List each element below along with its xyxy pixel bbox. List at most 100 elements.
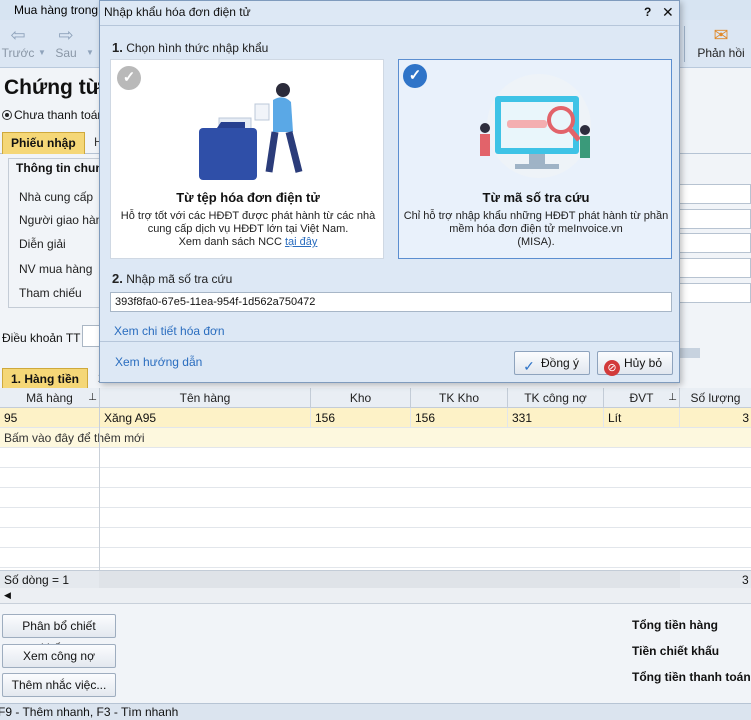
arrow-right-icon: ⇨ xyxy=(58,25,74,45)
pin-icon[interactable]: ⊥ xyxy=(88,388,97,408)
chevron-down-icon[interactable]: ▼ xyxy=(38,48,46,57)
envelope-icon: ✉ xyxy=(713,25,729,45)
back-button[interactable]: ⇦ Trước xyxy=(0,24,36,60)
add-row[interactable]: Bấm vào đây để thêm mới xyxy=(0,428,751,448)
option-code-desc-3: (MISA). xyxy=(517,236,555,248)
grid-footer: Số dòng = 1 3 xyxy=(0,570,751,588)
ncc-list-text: Xem danh sách NCC xyxy=(178,236,282,248)
row-count: Số dòng = 1 xyxy=(4,573,70,587)
option-from-code[interactable]: ✓ Từ mã số tra cứu Chỉ hỗ trợ nhập khẩu … xyxy=(398,59,672,259)
add-reminder-button[interactable]: Thêm nhắc việc... xyxy=(2,673,116,697)
supplier-label: Nhà cung cấp xyxy=(19,190,94,204)
page-title: Chứng từ xyxy=(4,76,101,99)
step2-number: 2. xyxy=(112,271,123,286)
cell-warehouse[interactable]: 156 xyxy=(311,408,411,428)
col-label: ĐVT xyxy=(629,391,654,405)
empty-row xyxy=(0,448,751,468)
col-ten-hang[interactable]: Tên hàng xyxy=(100,388,311,408)
col-tk-cong-no[interactable]: TK công nợ xyxy=(508,388,604,408)
feedback-label: Phản hồi xyxy=(697,46,745,60)
option-from-file[interactable]: ✓ Từ tệp hóa đơn điện tử Hỗ trợ tốt với … xyxy=(110,59,384,259)
step1-heading: 1. Chọn hình thức nhập khẩu xyxy=(112,40,268,55)
cancel-label: Hủy bỏ xyxy=(624,356,663,370)
forward-label: Sau xyxy=(55,46,77,60)
checkmark-icon: ✓ xyxy=(523,358,535,374)
import-einvoice-dialog: Nhập khẩu hóa đơn điện tử ? ✕ 1. Chọn hì… xyxy=(99,0,680,383)
purchaser-field[interactable] xyxy=(678,258,751,278)
option-code-desc-2: mềm hóa đơn điện tử meInvoice.vn xyxy=(449,223,623,235)
folder-illustration-icon xyxy=(199,83,303,180)
ncc-list-link[interactable]: tại đây xyxy=(285,236,317,248)
col-ma-hang[interactable]: Mã hàng ⊥ xyxy=(0,388,100,408)
option-code-desc-1: Chỉ hỗ trợ nhập khẩu những HĐĐT phát hàn… xyxy=(403,210,669,222)
footer-qty: 3 xyxy=(742,573,749,587)
purchaser-label: NV mua hàng xyxy=(19,262,93,276)
grid-header: Mã hàng ⊥ Tên hàng Kho TK Kho TK công nợ … xyxy=(0,388,751,408)
view-guide-link[interactable]: Xem hướng dẫn xyxy=(115,355,202,369)
col-kho[interactable]: Kho xyxy=(311,388,411,408)
status-bar: F9 - Thêm nhanh, F3 - Tìm nhanh xyxy=(0,703,751,720)
address-field[interactable] xyxy=(678,233,751,253)
terms-label: Điều khoản TT xyxy=(2,331,81,345)
arrow-left-icon: ⇦ xyxy=(10,25,26,45)
empty-row xyxy=(0,488,751,508)
discount-label: Tiền chiết khấu xyxy=(632,644,720,658)
step1-label: Chọn hình thức nhập khẩu xyxy=(126,41,269,55)
checked-icon: ✓ xyxy=(403,64,427,88)
title-divider xyxy=(100,25,679,26)
cancel-button[interactable]: ⊘ Hủy bỏ xyxy=(597,351,673,376)
toolbar-divider xyxy=(684,26,685,62)
view-invoice-detail-link[interactable]: Xem chi tiết hóa đơn xyxy=(114,324,225,338)
ok-label: Đồng ý xyxy=(541,356,580,370)
add-row-hint[interactable]: Bấm vào đây để thêm mới xyxy=(0,428,751,448)
help-icon[interactable]: ? xyxy=(644,5,651,19)
cell-tk-kho[interactable]: 156 xyxy=(411,408,508,428)
view-debt-button[interactable]: Xem công nợ xyxy=(2,644,116,668)
step2-label: Nhập mã số tra cứu xyxy=(126,272,233,286)
payment-status-radio[interactable]: Chưa thanh toán xyxy=(2,108,104,122)
footer-blank xyxy=(99,571,680,588)
tab-phieu-nhap[interactable]: Phiếu nhập xyxy=(2,132,85,154)
empty-row xyxy=(0,508,751,528)
column-divider xyxy=(99,408,100,570)
col-dvt[interactable]: ĐVT ⊥ xyxy=(604,388,680,408)
cell-qty[interactable]: 3 xyxy=(680,408,751,428)
tab-hang-tien[interactable]: 1. Hàng tiền xyxy=(2,368,89,390)
cell-tk-cong-no[interactable]: 331 xyxy=(508,408,604,428)
description-label: Diễn giải xyxy=(19,237,66,251)
forward-button[interactable]: ⇨ Sau xyxy=(48,24,84,60)
option-file-desc-1: Hỗ trợ tốt với các HĐĐT được phát hành t… xyxy=(120,210,376,222)
total-goods-label: Tổng tiền hàng xyxy=(632,618,718,632)
col-tk-kho[interactable]: TK Kho xyxy=(411,388,508,408)
option-code-title: Từ mã số tra cứu xyxy=(482,190,590,205)
table-row[interactable]: 95 Xăng A95 156 156 331 Lít 3 xyxy=(0,408,751,428)
cell-unit[interactable]: Lít xyxy=(604,408,680,428)
cancel-icon: ⊘ xyxy=(604,360,620,376)
app-title: Mua hàng trong xyxy=(14,3,99,17)
pin-icon[interactable]: ⊥ xyxy=(668,388,677,408)
supplier-name-field[interactable] xyxy=(678,184,751,204)
step1-number: 1. xyxy=(112,40,123,55)
lookup-code-input[interactable]: 393f8fa0-67e5-11ea-954f-1d562a750472 xyxy=(110,292,672,312)
back-label: Trước xyxy=(1,46,35,60)
dialog-title: Nhập khẩu hóa đơn điện tử xyxy=(104,5,251,19)
option-file-desc-2: cung cấp dịch vụ HĐĐT lớn tại Việt Nam. xyxy=(147,223,349,235)
reference-field[interactable] xyxy=(678,283,751,303)
scroll-left-icon[interactable]: ◀ xyxy=(4,590,11,601)
close-icon[interactable]: ✕ xyxy=(662,4,674,21)
feedback-button[interactable]: ✉ Phản hồi xyxy=(694,24,748,60)
step2-heading: 2. Nhập mã số tra cứu xyxy=(112,271,232,286)
radio-selected-icon xyxy=(2,110,12,120)
horizontal-scrollbar[interactable]: ◀ xyxy=(0,588,751,604)
deliverer-field[interactable] xyxy=(678,209,751,229)
deliverer-label: Người giao hàng xyxy=(19,213,109,227)
chevron-down-icon[interactable]: ▼ xyxy=(86,48,94,57)
scroll-track xyxy=(680,348,700,358)
ok-button[interactable]: ✓ Đồng ý xyxy=(514,351,590,375)
option-file-title: Từ tệp hóa đơn điện tử xyxy=(176,190,320,205)
col-so-luong[interactable]: Số lượng xyxy=(680,388,751,408)
cell-code[interactable]: 95 xyxy=(0,408,100,428)
total-payment-label: Tổng tiền thanh toán xyxy=(632,670,751,684)
cell-name[interactable]: Xăng A95 xyxy=(100,408,311,428)
discount-allocation-button[interactable]: Phân bổ chiết khấu... xyxy=(2,614,116,655)
